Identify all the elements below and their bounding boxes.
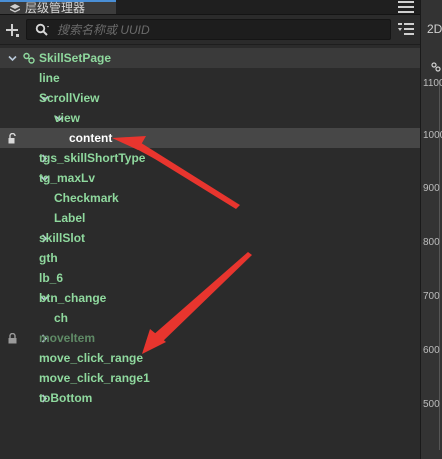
- unlock-icon[interactable]: [8, 133, 17, 144]
- layers-icon: [10, 3, 20, 12]
- tree-node-line[interactable]: line: [0, 68, 420, 88]
- tree-node-label: tg_maxLv: [39, 171, 96, 185]
- tree-node-label[interactable]: Label: [0, 208, 420, 228]
- tree-node-lb-6[interactable]: lb_6: [0, 268, 420, 288]
- scene-gizmo-icon: [431, 62, 441, 72]
- panel-tab[interactable]: 层级管理器: [0, 0, 116, 14]
- tree-node-gth[interactable]: gth: [0, 248, 420, 268]
- tree-node-label: gth: [39, 251, 58, 265]
- ruler-label: 600: [423, 345, 440, 356]
- tree-node-tgs-skillshorttype[interactable]: tgs_skillShortType: [0, 148, 420, 168]
- plus-icon[interactable]: [3, 21, 21, 39]
- sort-list-icon[interactable]: [398, 22, 414, 36]
- tree-node-skillslot[interactable]: skillSlot: [0, 228, 420, 248]
- tree-node-label: btn_change: [39, 291, 107, 305]
- tree-node-label: SkillSetPage: [39, 51, 112, 65]
- ruler-label: 800: [423, 237, 440, 248]
- ruler-label: 900: [423, 183, 440, 194]
- tree-node-label: move_click_range: [39, 351, 144, 365]
- tree-node-checkmark[interactable]: Checkmark: [0, 188, 420, 208]
- tree-node-label: lb_6: [39, 271, 64, 285]
- tree-node-ch[interactable]: ch: [0, 308, 420, 328]
- search-icon[interactable]: [35, 23, 49, 37]
- hamburger-menu-icon[interactable]: [398, 1, 414, 13]
- search-box: [26, 19, 391, 40]
- ruler-label: 1100: [423, 78, 442, 89]
- tree-node-moveitem[interactable]: moveItem: [0, 328, 420, 348]
- panel-title: 层级管理器: [25, 1, 86, 15]
- tree-node-label: tgs_skillShortType: [39, 151, 146, 165]
- scene-view-edge: 2D 1100 1000 900 800 700 600 500: [420, 0, 442, 459]
- tree-node-label: ch: [54, 311, 69, 325]
- chevron-down-icon[interactable]: [8, 54, 17, 63]
- node-tree: SkillSetPage line ScrollView view content tgs…: [0, 48, 420, 408]
- tree-node-label: move_click_range1: [39, 371, 150, 385]
- lock-icon[interactable]: [8, 333, 17, 344]
- tree-node-btn-change[interactable]: btn_change: [0, 288, 420, 308]
- ruler-label: 500: [423, 399, 440, 410]
- tree-node-skillsetpage[interactable]: SkillSetPage: [0, 48, 420, 68]
- tree-node-label: skillSlot: [39, 231, 86, 245]
- hierarchy-panel: 层级管理器 SkillSetPage line ScrollView view cont…: [0, 0, 420, 459]
- tree-node-label: line: [39, 71, 60, 85]
- tree-node-label: ScrollView: [39, 91, 100, 105]
- ruler-label: 700: [423, 291, 440, 302]
- tree-node-label: view: [54, 111, 81, 125]
- tree-node-scrollview[interactable]: ScrollView: [0, 88, 420, 108]
- tree-node-label: Checkmark: [54, 191, 119, 205]
- tree-node-label: content: [69, 131, 113, 145]
- tree-node-content[interactable]: content: [0, 128, 420, 148]
- hierarchy-toolbar: [0, 15, 420, 45]
- tree-node-tobottom[interactable]: toBottom: [0, 388, 420, 408]
- tree-node-move-click-range1[interactable]: move_click_range1: [0, 368, 420, 388]
- tree-node-label: moveItem: [39, 331, 96, 345]
- scene-mode-label[interactable]: 2D: [427, 22, 442, 36]
- tree-node-tg-maxlv[interactable]: tg_maxLv: [0, 168, 420, 188]
- search-input[interactable]: [57, 21, 377, 38]
- panel-titlebar: 层级管理器: [0, 0, 420, 15]
- tree-node-label: Label: [54, 211, 86, 225]
- tree-node-view[interactable]: view: [0, 108, 420, 128]
- ruler-label: 1000: [423, 130, 442, 141]
- scene-node-icon: [23, 52, 35, 64]
- tree-node-move-click-range[interactable]: move_click_range: [0, 348, 420, 368]
- tree-node-label: toBottom: [39, 391, 93, 405]
